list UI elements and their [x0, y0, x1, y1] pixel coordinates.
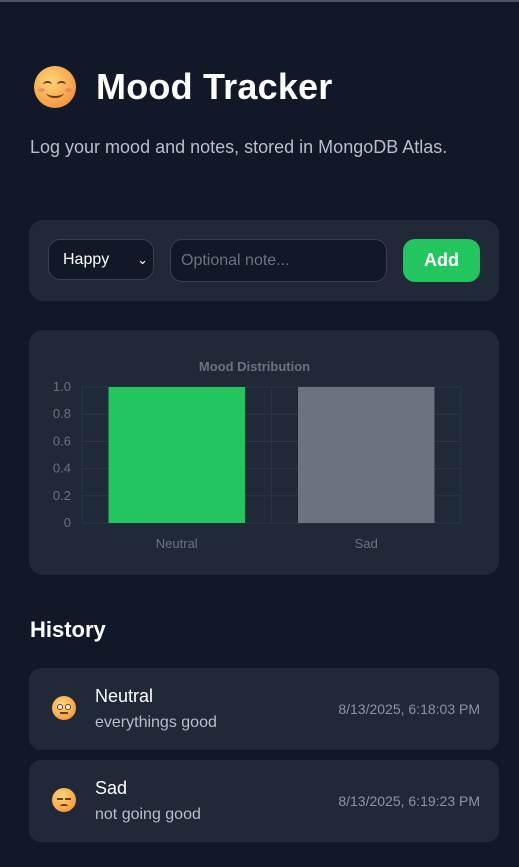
page-title: Mood Tracker	[96, 66, 333, 107]
history-item-mood: Sad	[95, 778, 128, 798]
history-item: Sad not going good 8/13/2025, 6:19:23 PM	[29, 760, 499, 842]
page: Mood Tracker Log your mood and notes, st…	[0, 0, 519, 867]
mood-distribution-chart: Mood Distribution 0 0.2 0.4 0.6 0.8 1.0 Neutral…	[29, 330, 499, 575]
note-input[interactable]	[170, 239, 387, 282]
neutral-face-icon	[52, 696, 76, 720]
mood-entry-form: Happy ⌄ Add	[29, 220, 499, 301]
history-item-note: not going good	[95, 806, 201, 823]
y-tick-label: 1.0	[53, 379, 71, 394]
history-item-timestamp: 8/13/2025, 6:18:03 PM	[338, 701, 480, 717]
chevron-down-icon: ⌄	[137, 252, 148, 267]
mood-select[interactable]: Happy ⌄	[48, 239, 154, 280]
add-button[interactable]: Add	[403, 239, 480, 282]
chart-svg: Mood Distribution 0 0.2 0.4 0.6 0.8 1.0 Neutral…	[53, 359, 462, 551]
x-tick-label: Neutral	[156, 536, 198, 551]
bar-neutral	[108, 387, 245, 523]
smiling-face-icon	[34, 66, 76, 108]
history-heading: History	[30, 617, 106, 642]
history-item-timestamp: 8/13/2025, 6:19:23 PM	[338, 793, 480, 809]
x-tick-label: Sad	[355, 536, 378, 551]
chart-title: Mood Distribution	[199, 359, 310, 374]
bar-sad	[298, 387, 435, 523]
page-header: Mood Tracker	[30, 62, 332, 112]
page-subtitle: Log your mood and notes, stored in Mongo…	[30, 137, 448, 157]
y-tick-label: 0.2	[53, 488, 71, 503]
y-tick-label: 0.4	[53, 461, 71, 476]
mood-select-value: Happy	[63, 250, 110, 268]
y-tick-label: 0.6	[53, 433, 71, 448]
history-item: Neutral everythings good 8/13/2025, 6:18…	[29, 668, 499, 750]
pensive-face-icon	[52, 788, 76, 812]
history-item-mood: Neutral	[95, 686, 154, 706]
y-tick-label: 0.8	[53, 406, 71, 421]
history-item-note: everythings good	[95, 714, 217, 731]
y-tick-label: 0	[64, 515, 71, 530]
